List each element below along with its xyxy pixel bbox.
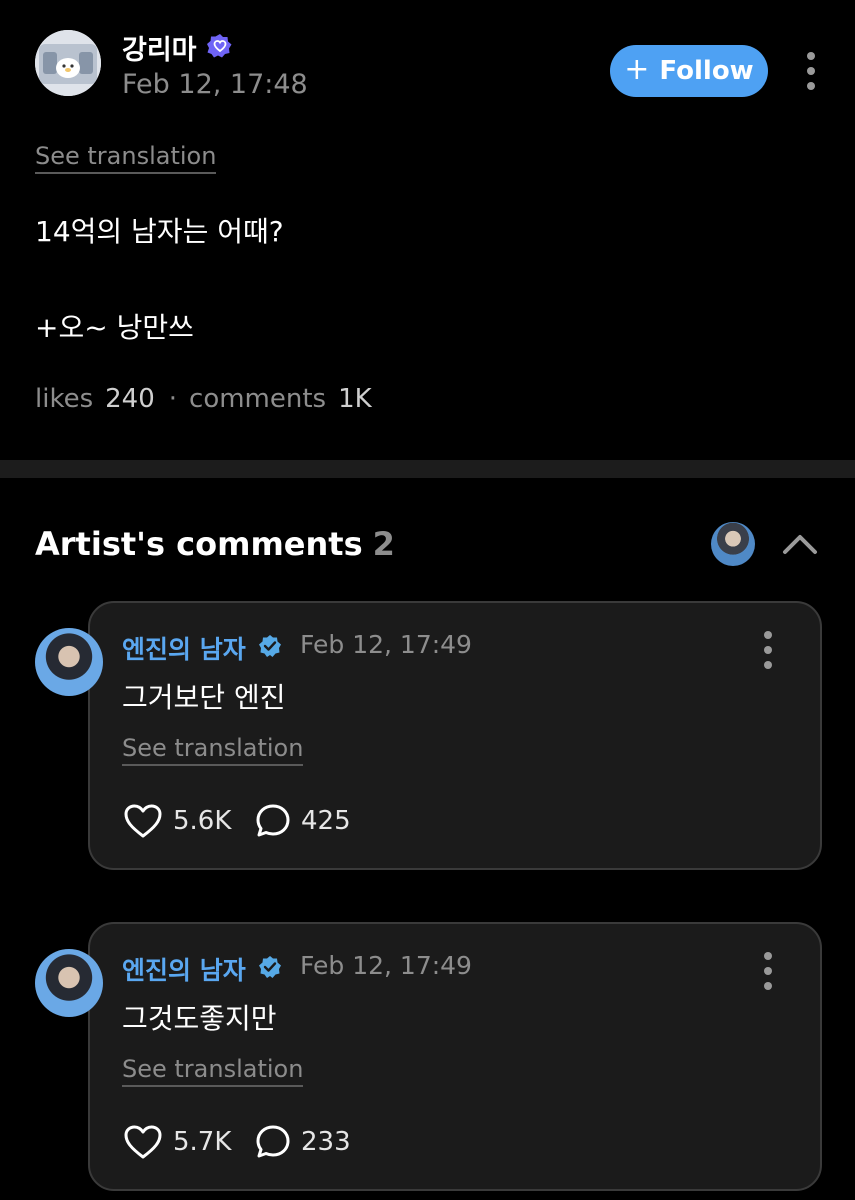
stats-separator: ·	[168, 384, 178, 414]
comment-bubble-icon	[256, 1125, 290, 1158]
comment-timestamp: Feb 12, 17:49	[300, 630, 472, 659]
comment-more-icon[interactable]	[763, 952, 773, 990]
artist-avatar[interactable]	[711, 522, 755, 566]
reply-button[interactable]: 233	[255, 1124, 351, 1160]
comment-author-name[interactable]: 엔진의 남자	[122, 630, 246, 666]
artist-comments-header: Artist's comments 2	[35, 525, 395, 563]
comment-see-translation-link[interactable]: See translation	[122, 1055, 304, 1087]
comments-count[interactable]: 1K	[338, 384, 372, 414]
like-button[interactable]: 5.7K	[123, 1124, 231, 1160]
artist-comments-count: 2	[372, 525, 395, 563]
post-stats: likes 240 · comments 1K	[35, 384, 372, 414]
likes-label[interactable]: likes	[35, 384, 93, 414]
reply-button[interactable]: 425	[255, 803, 351, 839]
post-body-line: 14억의 남자는 어때?	[35, 215, 284, 248]
section-divider	[0, 460, 855, 478]
heart-icon	[124, 804, 162, 838]
reply-count: 233	[301, 1127, 351, 1157]
comment-author-avatar[interactable]	[35, 949, 103, 1017]
plus-icon: +	[624, 52, 650, 87]
comment-text: 그것도좋지만	[122, 1002, 277, 1035]
comment-bubble-icon	[256, 804, 290, 837]
artist-comments-title: Artist's comments	[35, 525, 363, 563]
like-count: 5.6K	[173, 806, 232, 836]
comment-author-avatar[interactable]	[35, 628, 103, 696]
post-timestamp: Feb 12, 17:48	[122, 69, 308, 100]
chevron-up-icon[interactable]	[780, 525, 820, 565]
author-username[interactable]: 강리마	[122, 28, 197, 67]
likes-count[interactable]: 240	[105, 384, 155, 414]
comment-more-icon[interactable]	[763, 631, 773, 669]
comment-author-name[interactable]: 엔진의 남자	[122, 951, 246, 987]
comments-label[interactable]: comments	[189, 384, 326, 414]
post-body-line: +오~ 낭만쓰	[35, 311, 194, 344]
follow-button[interactable]: + Follow	[610, 45, 768, 97]
post-body: 14억의 남자는 어때? +오~ 낭만쓰	[35, 208, 284, 352]
author-avatar[interactable]	[35, 30, 101, 96]
like-count: 5.7K	[173, 1127, 232, 1157]
follow-label: Follow	[659, 56, 754, 86]
verified-badge-icon	[207, 33, 233, 59]
verified-badge-icon	[258, 634, 282, 658]
verified-badge-icon	[258, 955, 282, 979]
like-button[interactable]: 5.6K	[123, 803, 231, 839]
post-see-translation-link[interactable]: See translation	[35, 142, 217, 174]
comment-timestamp: Feb 12, 17:49	[300, 951, 472, 980]
post-more-icon[interactable]	[806, 52, 816, 90]
heart-icon	[124, 1125, 162, 1159]
comment-see-translation-link[interactable]: See translation	[122, 734, 304, 766]
reply-count: 425	[301, 806, 351, 836]
comment-text: 그거보단 엔진	[122, 681, 286, 714]
